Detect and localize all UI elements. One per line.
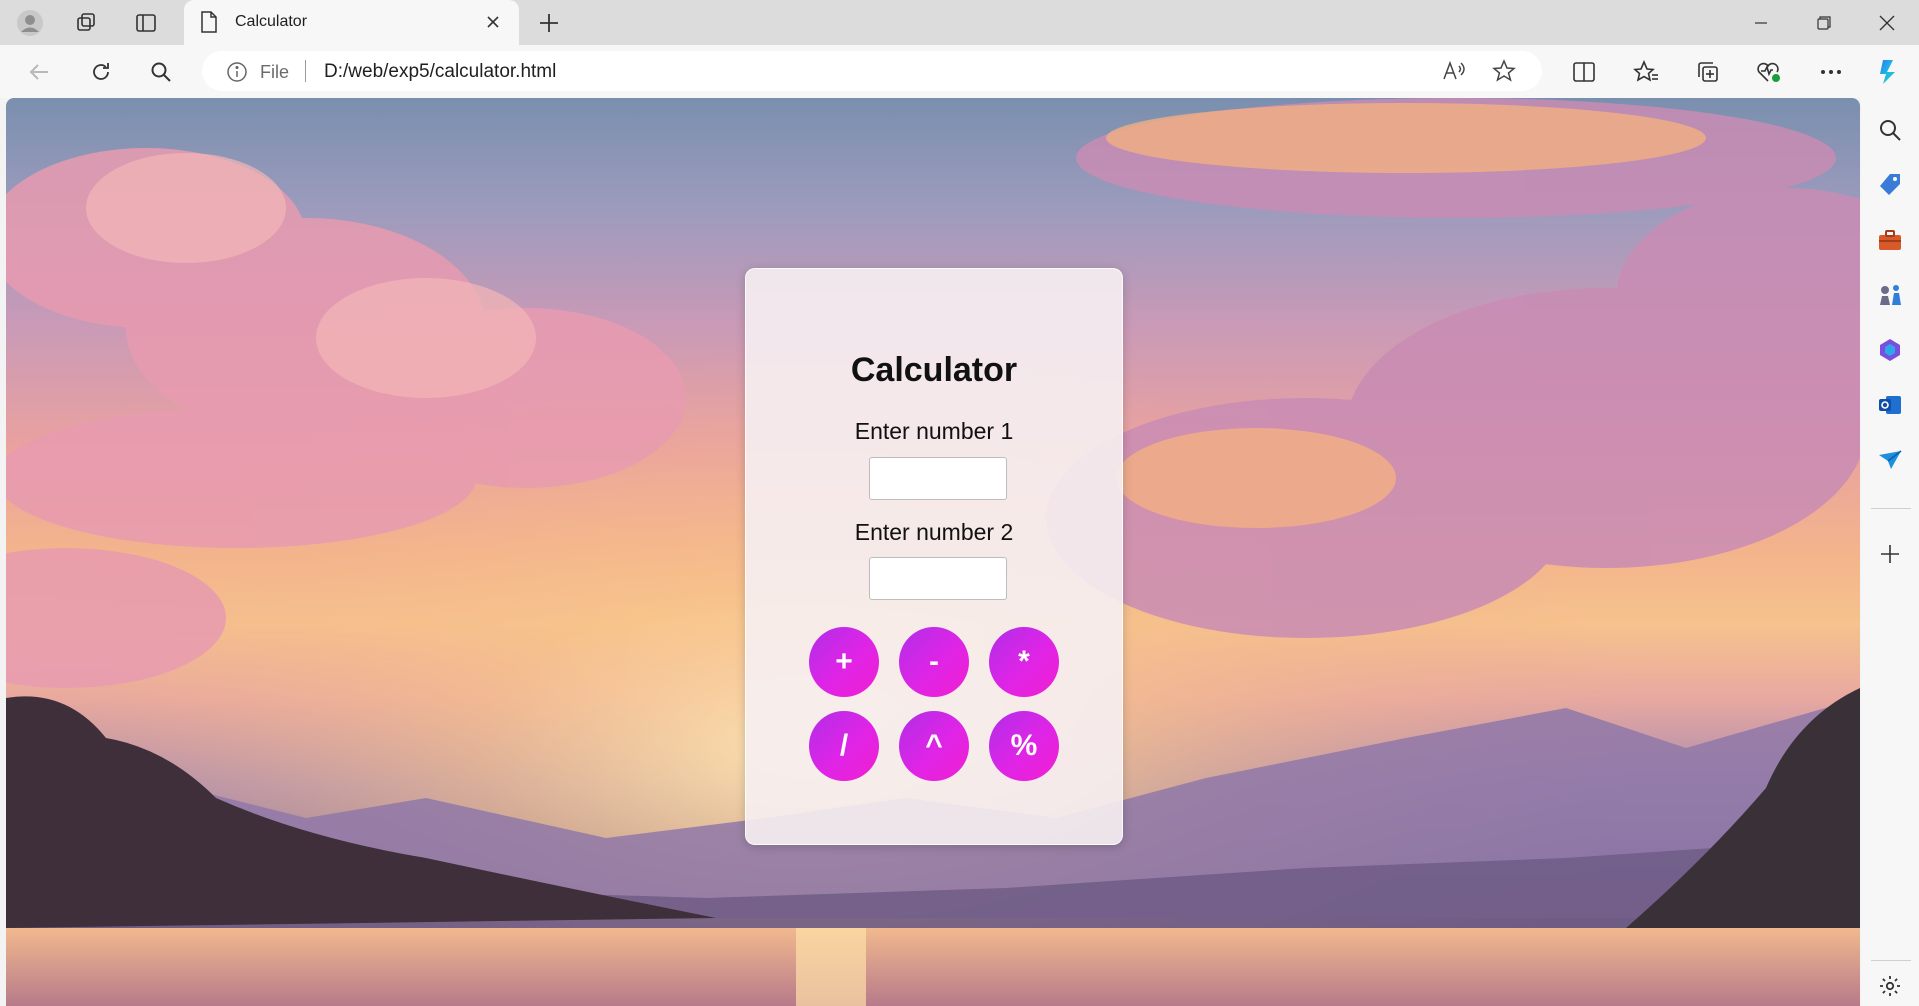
outlook-icon[interactable] xyxy=(1874,389,1906,421)
scheme-label: File xyxy=(260,62,290,82)
tab-title: Calculator xyxy=(235,13,308,30)
close-tab-icon[interactable] xyxy=(484,13,502,36)
add-icon[interactable] xyxy=(1874,538,1906,570)
browser-essentials-icon[interactable] xyxy=(1752,55,1786,89)
more-icon[interactable] xyxy=(1814,55,1848,89)
divide-button[interactable]: / xyxy=(809,711,879,781)
sidebar-divider xyxy=(1871,508,1911,509)
new-tab-button[interactable] xyxy=(534,9,564,37)
toolbox-icon[interactable] xyxy=(1874,224,1906,256)
modulo-button[interactable]: % xyxy=(989,711,1059,781)
search-icon[interactable] xyxy=(144,55,178,89)
tab-strip: Calculator xyxy=(0,0,1919,45)
page-viewport: Calculator Enter number 1 Enter number 2… xyxy=(6,98,1860,1006)
restore-button[interactable] xyxy=(1793,0,1855,45)
power-button[interactable]: ^ xyxy=(899,711,969,781)
number2-label: Enter number 2 xyxy=(854,519,1014,545)
number1-input[interactable] xyxy=(869,457,1007,500)
subtract-button[interactable]: - xyxy=(899,627,969,697)
vertical-tabs-icon[interactable] xyxy=(130,7,162,39)
number2-input[interactable] xyxy=(869,557,1007,600)
calculator-title: Calculator xyxy=(850,351,1018,389)
separator xyxy=(305,60,306,82)
profile-icon[interactable] xyxy=(14,7,46,39)
workspaces-icon[interactable] xyxy=(70,7,102,39)
info-icon[interactable] xyxy=(226,61,248,88)
shopping-tag-icon[interactable] xyxy=(1874,169,1906,201)
search-icon[interactable] xyxy=(1874,114,1906,146)
calculator-card: Calculator Enter number 1 Enter number 2… xyxy=(745,268,1123,845)
favorite-star-icon[interactable] xyxy=(1490,57,1518,85)
multiply-button[interactable]: * xyxy=(989,627,1059,697)
page-icon xyxy=(200,11,218,38)
sidebar-divider xyxy=(1871,960,1911,961)
number1-label: Enter number 1 xyxy=(854,418,1014,444)
games-icon[interactable] xyxy=(1874,279,1906,311)
address-bar[interactable]: File D:/web/exp5/calculator.html xyxy=(202,51,1542,91)
back-icon[interactable] xyxy=(22,55,56,89)
edge-sidebar xyxy=(1861,98,1919,1006)
add-button[interactable]: + xyxy=(809,627,879,697)
m365-icon[interactable] xyxy=(1874,334,1906,366)
toolbar: File D:/web/exp5/calculator.html xyxy=(0,45,1919,98)
read-aloud-icon[interactable] xyxy=(1440,57,1468,85)
refresh-icon[interactable] xyxy=(84,55,118,89)
close-window-button[interactable] xyxy=(1856,0,1918,45)
collections-icon[interactable] xyxy=(1691,55,1725,89)
split-screen-icon[interactable] xyxy=(1567,55,1601,89)
settings-icon[interactable] xyxy=(1874,970,1906,1002)
tab-calculator[interactable]: Calculator xyxy=(184,0,519,45)
minimize-button[interactable] xyxy=(1730,0,1792,45)
url-text[interactable]: D:/web/exp5/calculator.html xyxy=(324,61,556,83)
favorites-icon[interactable] xyxy=(1629,55,1663,89)
copilot-icon[interactable] xyxy=(1872,55,1906,89)
send-icon[interactable] xyxy=(1874,444,1906,476)
